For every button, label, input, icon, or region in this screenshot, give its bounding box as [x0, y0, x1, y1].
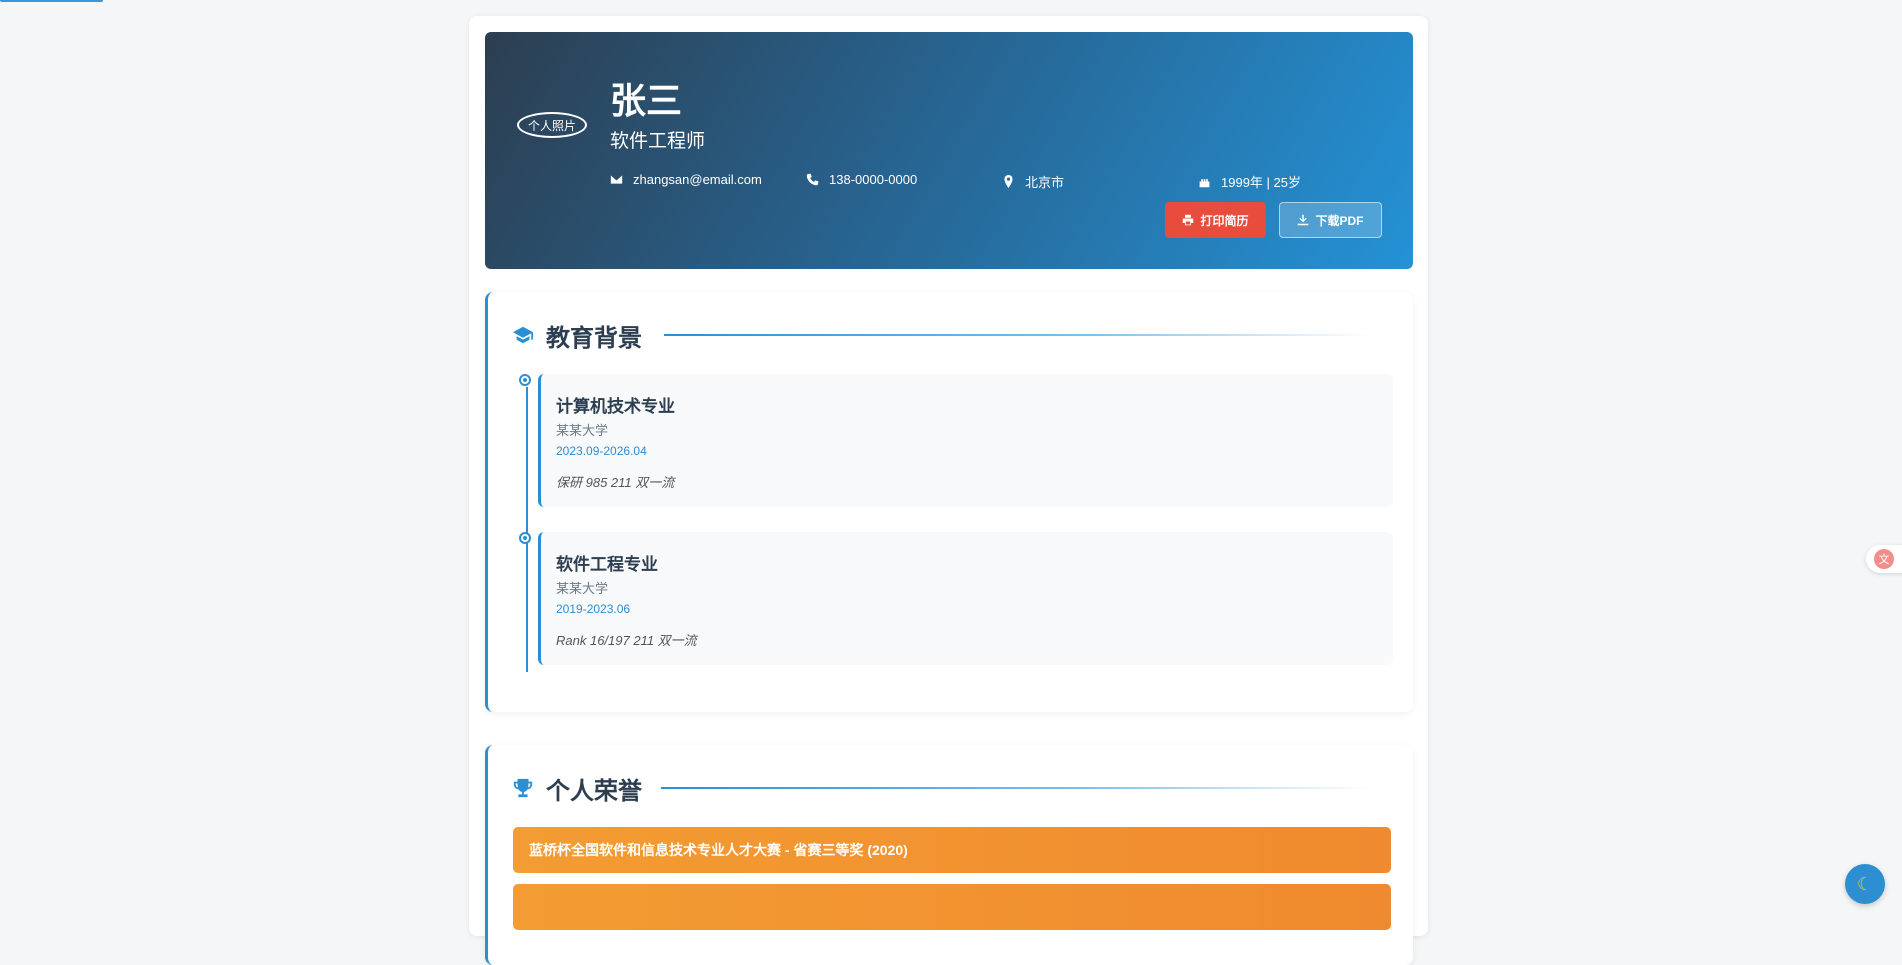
education-item: 计算机技术专业 某某大学 2023.09-2026.04 保研 985 211 …	[538, 374, 1393, 507]
download-pdf-label: 下载PDF	[1315, 213, 1364, 228]
contact-email: zhangsan@email.com	[610, 172, 762, 187]
contact-email-text: zhangsan@email.com	[633, 172, 762, 187]
education-school: 某某大学	[556, 581, 609, 596]
honors-heading: 个人荣誉	[512, 773, 642, 805]
education-timeline	[526, 387, 528, 672]
education-item: 软件工程专业 某某大学 2019-2023.06 Rank 16/197 211…	[538, 532, 1393, 665]
location-pin-icon	[1004, 175, 1013, 188]
honor-item: 蓝桥杯全国软件和信息技术专业人才大赛 - 省赛三等奖 (2020)	[513, 827, 1391, 873]
top-progress-strip	[0, 0, 103, 2]
printer-icon	[1183, 214, 1194, 226]
education-major: 计算机技术专业	[556, 397, 675, 416]
contact-birth: 1999年 | 25岁	[1198, 172, 1301, 191]
print-resume-label: 打印简历	[1200, 213, 1249, 228]
timeline-dot	[519, 532, 531, 544]
moon-icon: ☾	[1856, 873, 1874, 894]
education-major: 软件工程专业	[556, 555, 658, 574]
honor-item	[513, 884, 1391, 930]
print-resume-button[interactable]: 打印简历	[1165, 202, 1266, 238]
envelope-icon	[610, 175, 623, 184]
contact-location-text: 北京市	[1025, 175, 1065, 190]
trophy-icon	[513, 778, 533, 798]
graduation-cap-icon	[512, 326, 534, 344]
resume-page: 个人照片 张三 软件工程师 zhangsan@email.com 138-000…	[469, 16, 1428, 965]
education-heading: 教育背景	[512, 320, 642, 352]
translate-icon: 文	[1874, 549, 1894, 569]
honors-title: 个人荣誉	[546, 777, 642, 805]
theme-toggle-button[interactable]: ☾	[1845, 864, 1885, 904]
contact-phone: 138-0000-0000	[806, 172, 917, 187]
phone-icon	[806, 173, 819, 186]
education-title: 教育背景	[546, 324, 642, 352]
section-divider	[664, 334, 1373, 336]
timeline-dot	[519, 374, 531, 386]
download-pdf-button[interactable]: 下载PDF	[1279, 202, 1382, 238]
education-note: Rank 16/197 211 双一流	[556, 633, 697, 648]
education-section: 教育背景 计算机技术专业 某某大学 2023.09-2026.04 保研 985…	[485, 292, 1413, 712]
section-divider	[661, 787, 1373, 789]
contact-list: zhangsan@email.com 138-0000-0000 北京市 199…	[610, 172, 1390, 192]
education-school: 某某大学	[556, 423, 609, 438]
profile-photo: 个人照片	[517, 112, 587, 138]
download-icon	[1298, 214, 1309, 226]
honors-section: 个人荣誉 蓝桥杯全国软件和信息技术专业人才大赛 - 省赛三等奖 (2020)	[485, 745, 1413, 965]
birthday-cake-icon	[1199, 176, 1210, 188]
resume-header: 个人照片 张三 软件工程师 zhangsan@email.com 138-000…	[485, 32, 1413, 269]
education-date: 2019-2023.06	[556, 602, 631, 616]
contact-location: 北京市	[1002, 172, 1064, 191]
contact-birth-text: 1999年 | 25岁	[1221, 175, 1301, 190]
contact-phone-text: 138-0000-0000	[829, 172, 918, 187]
profile-photo-alt: 个人照片	[527, 118, 576, 133]
person-name: 张三	[610, 80, 683, 121]
education-date: 2023.09-2026.04	[556, 444, 647, 458]
translate-widget[interactable]: 文	[1866, 545, 1902, 573]
job-title: 软件工程师	[610, 131, 706, 152]
honor-label: 蓝桥杯全国软件和信息技术专业人才大赛 - 省赛三等奖 (2020)	[529, 842, 908, 858]
education-note: 保研 985 211 双一流	[556, 475, 675, 490]
